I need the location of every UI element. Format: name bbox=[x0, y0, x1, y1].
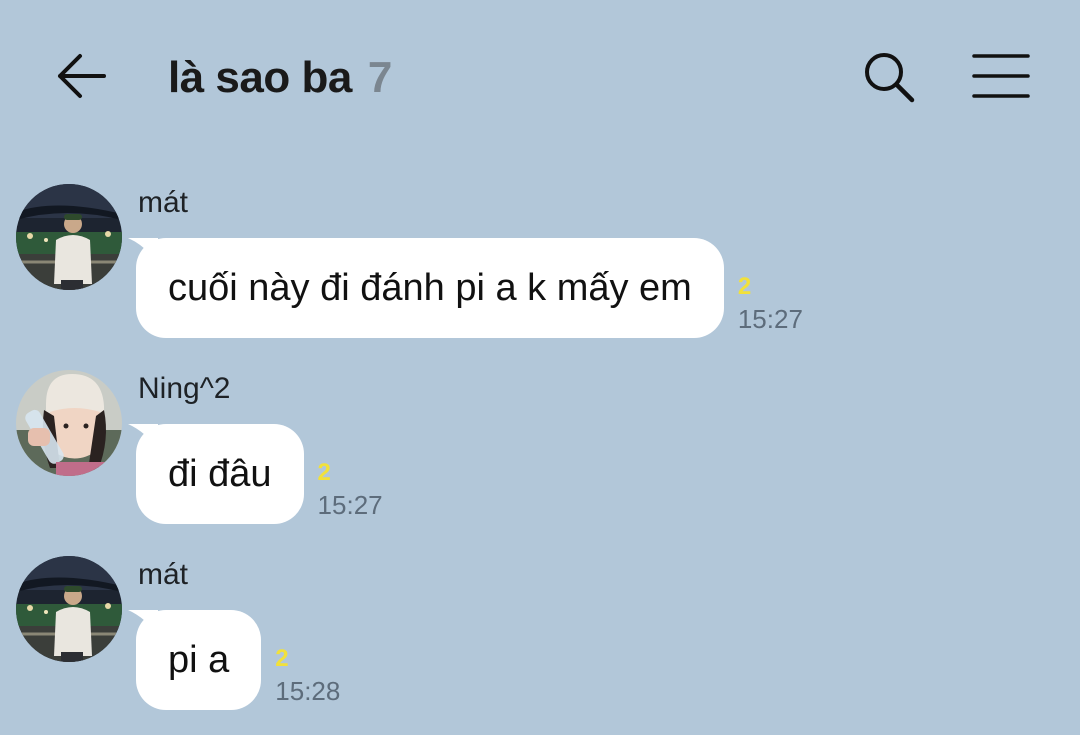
back-button[interactable] bbox=[52, 50, 108, 102]
message-bubble[interactable]: pi a bbox=[128, 610, 262, 710]
search-icon bbox=[865, 53, 915, 103]
sender-name: mát bbox=[138, 558, 189, 591]
chat-header: là sao ba 7 bbox=[0, 0, 1080, 150]
unread-count: 2 bbox=[317, 459, 331, 486]
message-text: pi a bbox=[168, 638, 230, 681]
hamburger-menu-icon bbox=[972, 54, 1030, 98]
message-time: 15:28 bbox=[275, 676, 341, 706]
avatar[interactable] bbox=[16, 184, 122, 290]
message-bubble[interactable]: cuối này đi đánh pi a k mấy em bbox=[128, 238, 724, 338]
chat-title-area[interactable]: là sao ba 7 bbox=[168, 50, 392, 106]
menu-button[interactable] bbox=[968, 50, 1034, 102]
search-button[interactable] bbox=[860, 50, 918, 106]
message-bubble[interactable]: đi đâu bbox=[128, 424, 304, 524]
back-arrow-icon bbox=[58, 54, 106, 98]
avatar[interactable] bbox=[16, 370, 122, 476]
avatar-photo bbox=[16, 556, 122, 662]
unread-count: 2 bbox=[275, 645, 289, 672]
avatar-photo bbox=[16, 184, 122, 290]
chat-title: là sao ba bbox=[168, 53, 352, 102]
bubble-tail bbox=[128, 610, 158, 636]
avatar[interactable] bbox=[16, 556, 122, 662]
message-time: 15:27 bbox=[737, 304, 803, 334]
message-text: cuối này đi đánh pi a k mấy em bbox=[168, 266, 692, 309]
sender-name: mát bbox=[138, 186, 189, 219]
message-time: 15:27 bbox=[317, 490, 383, 520]
avatar-photo bbox=[16, 370, 122, 476]
sender-name: Ning^2 bbox=[138, 372, 231, 405]
message-text: đi đâu bbox=[168, 452, 272, 495]
unread-count: 2 bbox=[737, 273, 752, 300]
bubble-tail bbox=[128, 424, 158, 450]
member-count: 7 bbox=[367, 53, 393, 102]
bubble-tail bbox=[128, 238, 158, 264]
